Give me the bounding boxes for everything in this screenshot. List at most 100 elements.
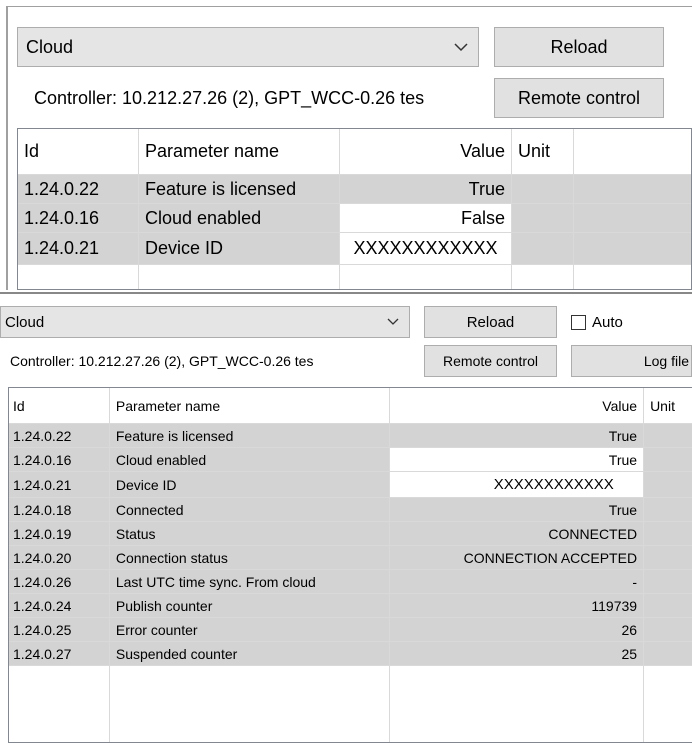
row-parameter-name: Publish counter	[109, 594, 391, 618]
row-unit	[512, 204, 574, 233]
chevron-down-icon	[387, 307, 399, 337]
row-unit	[644, 448, 692, 472]
table-row[interactable]: 1.24.0.16 Cloud enabled False	[18, 204, 691, 233]
empty-cell	[574, 265, 691, 289]
row-parameter-name: Connection status	[109, 546, 391, 570]
column-header-unit[interactable]: Unit	[644, 388, 692, 424]
table-row[interactable]: 1.24.0.22 Feature is licensed True	[18, 175, 691, 204]
table-row[interactable]: 1.24.0.18 Connected True	[9, 498, 692, 522]
row-id: 1.24.0.24	[9, 594, 110, 618]
row-value: True	[340, 175, 512, 204]
row-parameter-name: Feature is licensed	[139, 175, 340, 204]
bottom-panel: Cloud Reload Auto Controller: 10.212.27.…	[0, 294, 692, 747]
column-header-parameter-name[interactable]: Parameter name	[109, 388, 391, 424]
reload-button[interactable]: Reload	[494, 27, 664, 67]
empty-cell	[340, 265, 512, 289]
empty-cell	[390, 666, 645, 742]
row-value[interactable]: False	[340, 204, 512, 233]
cloud-dropdown[interactable]: Cloud	[17, 27, 479, 67]
row-value: 119739	[390, 594, 645, 618]
row-parameter-name: Cloud enabled	[109, 448, 391, 472]
row-parameter-name: Status	[109, 522, 391, 546]
remote-control-button[interactable]: Remote control	[424, 345, 557, 377]
table-row[interactable]: 1.24.0.26 Last UTC time sync. From cloud…	[9, 570, 692, 594]
column-header-value[interactable]: Value	[340, 129, 512, 175]
table-header: Id Parameter name Value Unit	[18, 129, 691, 175]
table-row[interactable]: 1.24.0.24 Publish counter 119739	[9, 594, 692, 618]
row-value: CONNECTION ACCEPTED	[390, 546, 645, 570]
row-value: True	[390, 424, 645, 448]
row-unit	[644, 642, 692, 666]
row-id: 1.24.0.21	[9, 472, 110, 498]
row-filler	[574, 233, 691, 265]
row-parameter-name: Connected	[109, 498, 391, 522]
row-unit	[512, 233, 574, 265]
table-row[interactable]: 1.24.0.21 Device ID XXXXXXXXXXXX	[9, 472, 692, 498]
row-unit	[644, 618, 692, 642]
table-row[interactable]: 1.24.0.27 Suspended counter 25	[9, 642, 692, 666]
row-value[interactable]: XXXXXXXXXXXX	[390, 472, 645, 498]
table-row[interactable]: 1.24.0.25 Error counter 26	[9, 618, 692, 642]
row-value: True	[390, 498, 645, 522]
controller-label: Controller: 10.212.27.26 (2), GPT_WCC-0.…	[10, 353, 314, 369]
row-unit	[644, 424, 692, 448]
log-file-label: Log file	[643, 353, 689, 369]
row-parameter-name: Device ID	[139, 233, 340, 265]
row-id: 1.24.0.20	[9, 546, 110, 570]
row-unit	[644, 522, 692, 546]
row-id: 1.24.0.22	[18, 175, 139, 204]
table-row[interactable]: 1.24.0.21 Device ID XXXXXXXXXXXX	[18, 233, 691, 265]
row-id: 1.24.0.19	[9, 522, 110, 546]
row-filler	[574, 175, 691, 204]
chevron-down-icon	[454, 28, 468, 66]
table-row[interactable]: 1.24.0.16 Cloud enabled True	[9, 448, 692, 472]
cloud-dropdown-value: Cloud	[26, 36, 74, 57]
table-row[interactable]: 1.24.0.20 Connection status CONNECTION A…	[9, 546, 692, 570]
checkbox-icon	[571, 314, 586, 330]
top-parameter-table: Id Parameter name Value Unit 1.24.0.22 F…	[17, 128, 692, 290]
table-row[interactable]: 1.24.0.22 Feature is licensed True	[9, 424, 692, 448]
column-header-filler	[574, 129, 691, 175]
row-id: 1.24.0.21	[18, 233, 139, 265]
row-value: -	[390, 570, 645, 594]
table-empty-row	[18, 265, 691, 289]
row-parameter-name: Device ID	[109, 472, 391, 498]
column-header-unit[interactable]: Unit	[512, 129, 574, 175]
row-value[interactable]: XXXXXXXXXXXX	[340, 233, 512, 265]
row-id: 1.24.0.27	[9, 642, 110, 666]
empty-cell	[644, 666, 692, 742]
row-parameter-name: Last UTC time sync. From cloud	[109, 570, 391, 594]
column-header-id[interactable]: Id	[18, 129, 139, 175]
cloud-dropdown-value: Cloud	[5, 313, 45, 331]
column-header-value[interactable]: Value	[390, 388, 645, 424]
column-header-parameter-name[interactable]: Parameter name	[139, 129, 340, 175]
row-parameter-name: Cloud enabled	[139, 204, 340, 233]
column-header-id[interactable]: Id	[9, 388, 110, 424]
row-parameter-name: Error counter	[109, 618, 391, 642]
row-id: 1.24.0.18	[9, 498, 110, 522]
row-id: 1.24.0.22	[9, 424, 110, 448]
empty-cell	[9, 666, 110, 742]
top-panel-frame-top	[6, 6, 692, 7]
controller-label: Controller: 10.212.27.26 (2), GPT_WCC-0.…	[34, 87, 425, 108]
row-id: 1.24.0.26	[9, 570, 110, 594]
row-value: 26	[390, 618, 645, 642]
table-empty-row	[9, 666, 692, 742]
row-filler	[574, 204, 691, 233]
reload-button[interactable]: Reload	[424, 306, 557, 338]
row-unit	[644, 594, 692, 618]
row-value[interactable]: True	[390, 448, 645, 472]
table-row[interactable]: 1.24.0.19 Status CONNECTED	[9, 522, 692, 546]
row-value: CONNECTED	[390, 522, 645, 546]
bottom-parameter-table: Id Parameter name Value Unit 1.24.0.22 F…	[8, 387, 692, 743]
row-value: 25	[390, 642, 645, 666]
row-id: 1.24.0.25	[9, 618, 110, 642]
remote-control-button[interactable]: Remote control	[494, 78, 664, 118]
auto-checkbox[interactable]: Auto	[571, 306, 692, 338]
log-file-button[interactable]: Log file	[571, 345, 692, 377]
row-parameter-name: Feature is licensed	[109, 424, 391, 448]
row-id: 1.24.0.16	[9, 448, 110, 472]
row-unit	[644, 546, 692, 570]
top-panel: Cloud Reload Controller: 10.212.27.26 (2…	[0, 0, 692, 290]
cloud-dropdown[interactable]: Cloud	[0, 306, 410, 338]
